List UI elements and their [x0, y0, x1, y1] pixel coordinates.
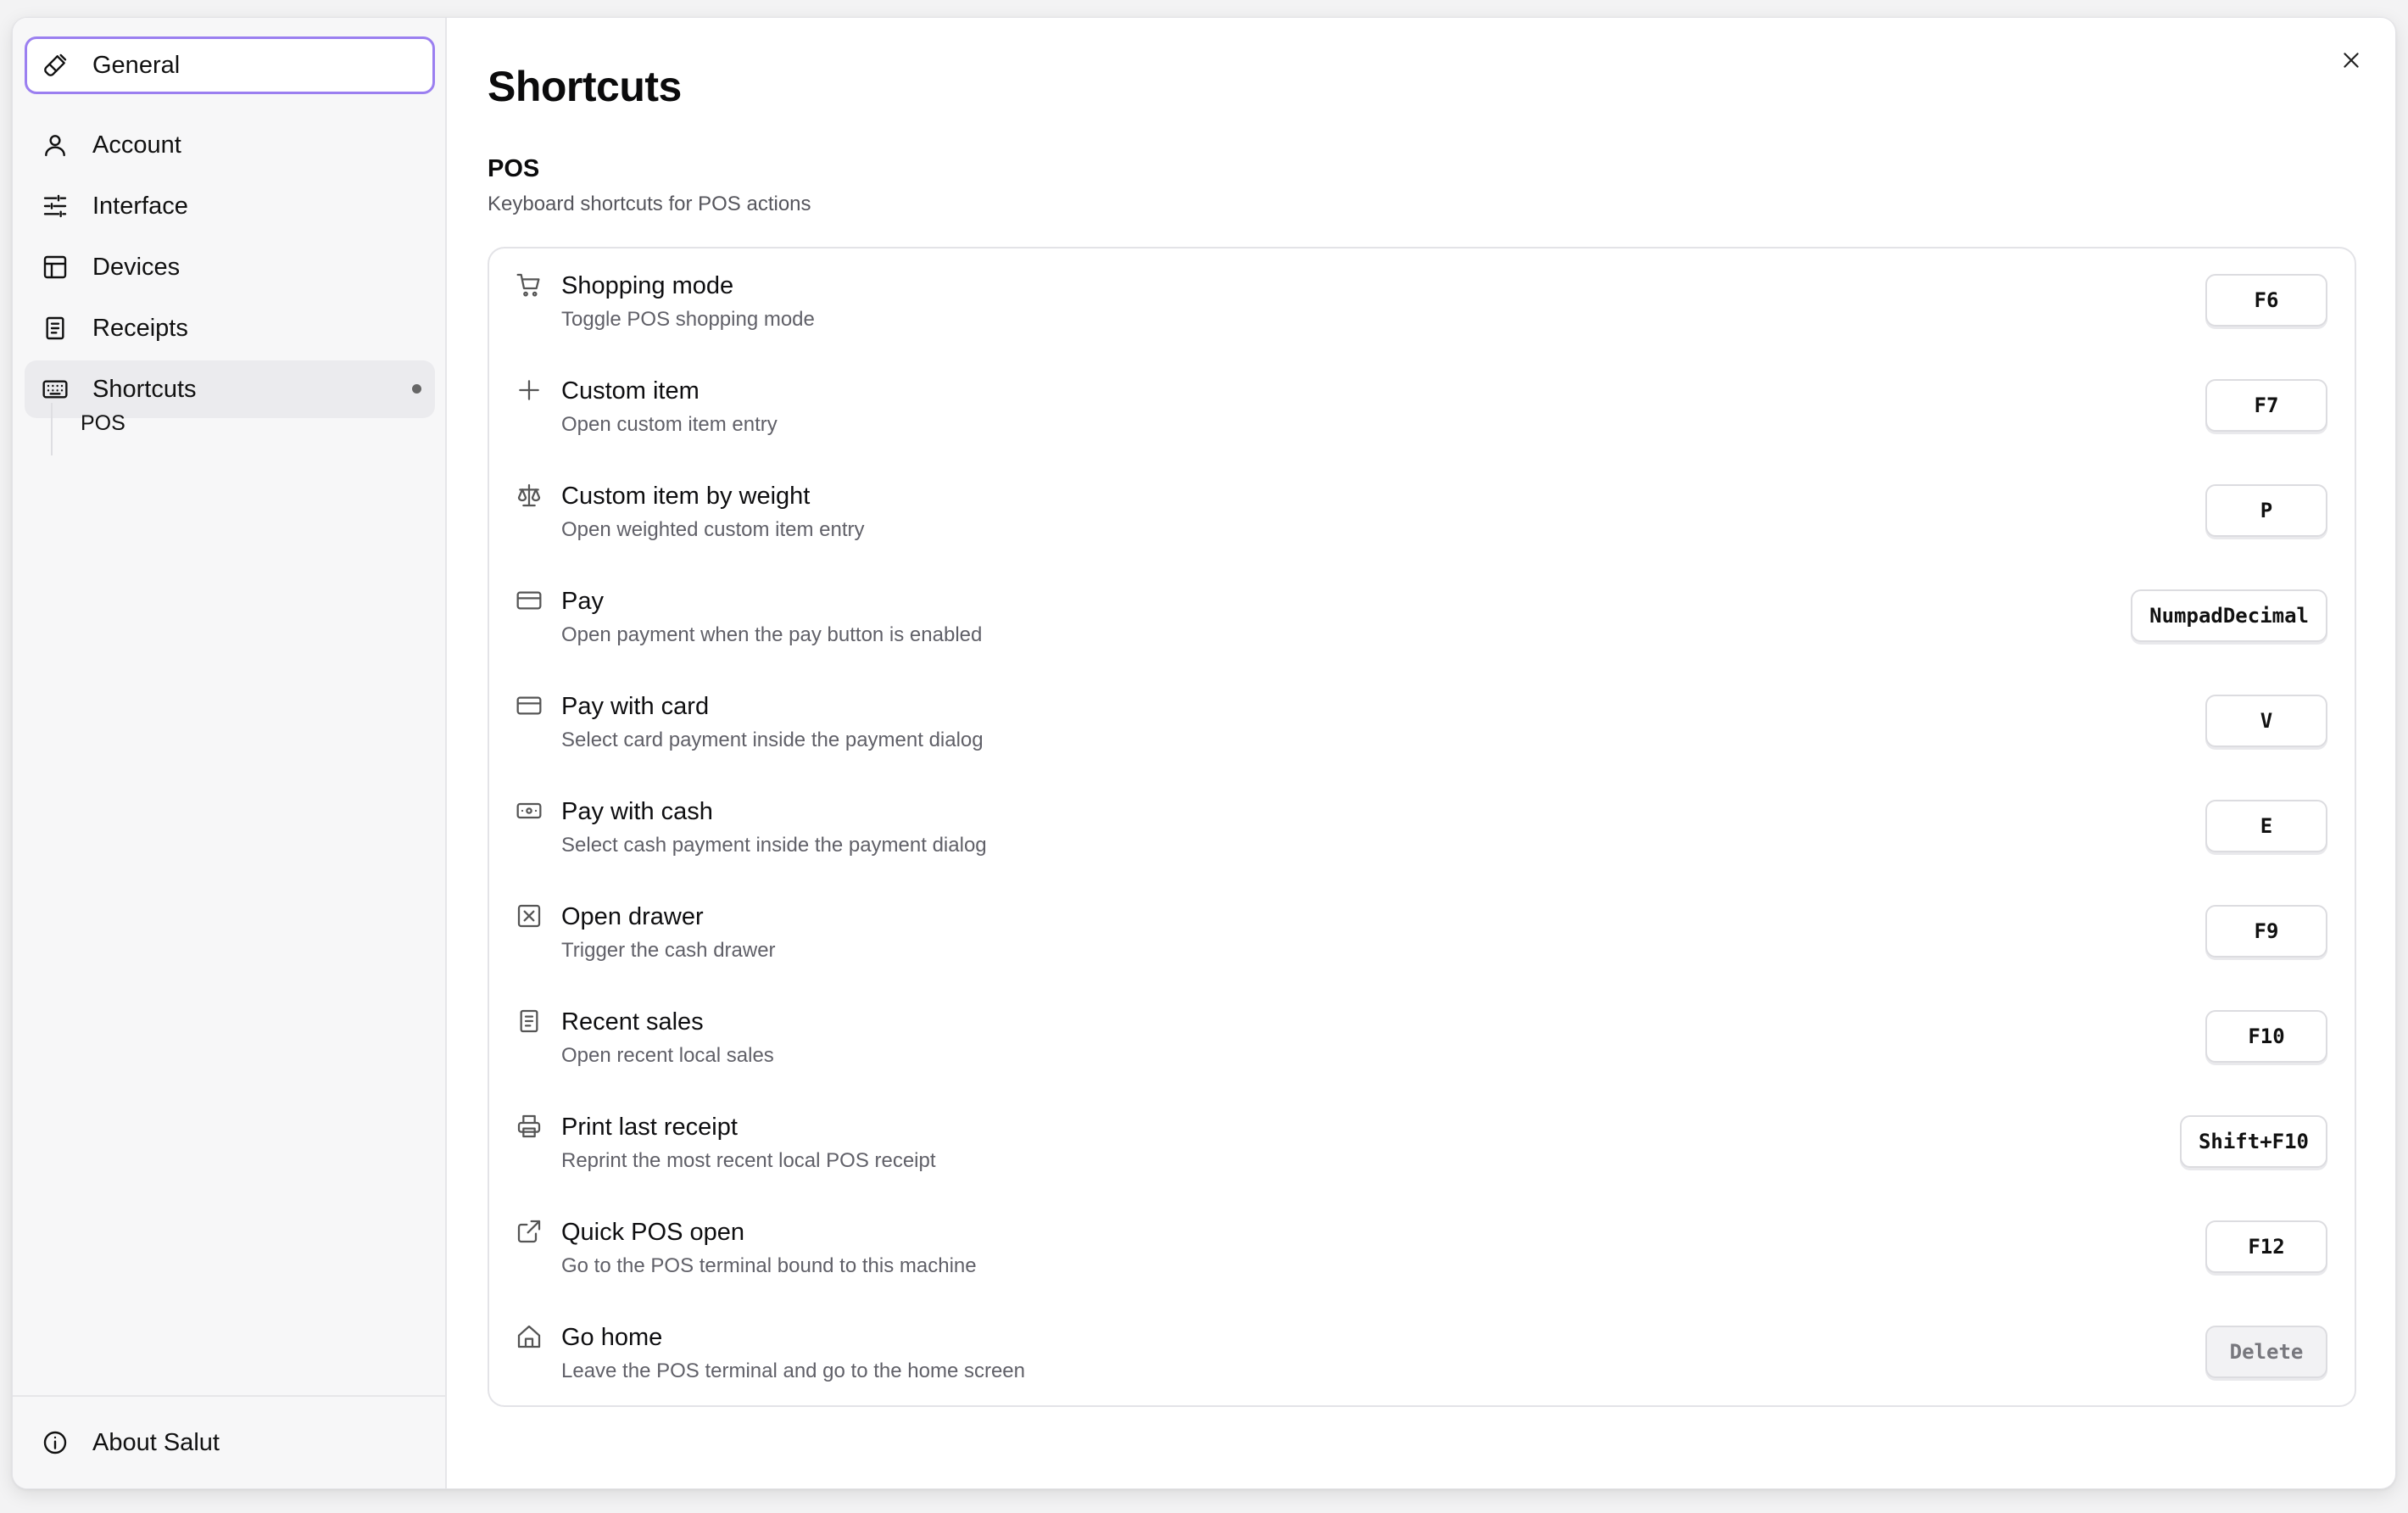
shortcut-key-button[interactable]: V — [2205, 695, 2327, 747]
printer-icon — [515, 1112, 543, 1141]
shortcut-key-button[interactable]: NumpadDecimal — [2131, 589, 2327, 642]
subnav-divider — [51, 403, 53, 455]
shortcut-row-print-last-receipt: Print last receipt Reprint the most rece… — [489, 1090, 2355, 1195]
close-icon — [2344, 53, 2359, 68]
shortcut-row-pay-with-cash: Pay with cash Select cash payment inside… — [489, 774, 2355, 879]
shortcut-title: Go home — [561, 1324, 663, 1351]
shortcut-description: Leave the POS terminal and go to the hom… — [561, 1359, 1025, 1382]
scale-icon — [515, 481, 543, 510]
shortcut-description: Go to the POS terminal bound to this mac… — [561, 1254, 977, 1277]
shortcut-title: Custom item — [561, 377, 700, 405]
sliders-icon — [41, 192, 70, 221]
shortcut-key-button[interactable]: Shift+F10 — [2179, 1115, 2327, 1168]
shortcut-key-button[interactable]: F7 — [2205, 379, 2327, 432]
shortcut-row-pay: Pay Open payment when the pay button is … — [489, 564, 2355, 669]
shortcut-description: Open payment when the pay button is enab… — [561, 623, 983, 646]
close-button[interactable] — [2334, 43, 2368, 77]
drawer-icon — [515, 902, 543, 930]
shortcut-key-button[interactable]: F12 — [2205, 1220, 2327, 1273]
shortcut-row-custom-item-by-weight: Custom item by weight Open weighted cust… — [489, 459, 2355, 564]
shortcut-row-open-drawer: Open drawer Trigger the cash drawer F9 — [489, 879, 2355, 985]
shortcut-title: Quick POS open — [561, 1219, 744, 1246]
receipt-icon — [41, 314, 70, 343]
shortcut-row-pay-with-card: Pay with card Select card payment inside… — [489, 669, 2355, 774]
shortcut-key-button[interactable]: F9 — [2205, 905, 2327, 957]
shortcut-title: Custom item by weight — [561, 483, 811, 510]
about-button[interactable]: About Salut — [25, 1414, 435, 1471]
sidebar: General Account Interface Devices Receip… — [13, 18, 447, 1488]
sidebar-item-receipts[interactable]: Receipts — [25, 299, 435, 357]
plus-icon — [515, 376, 543, 405]
sidebar-item-label: Receipts — [92, 314, 188, 342]
shortcut-row-recent-sales: Recent sales Open recent local sales F10 — [489, 985, 2355, 1090]
about-label: About Salut — [92, 1428, 220, 1456]
shortcut-description: Open recent local sales — [561, 1044, 774, 1067]
user-icon — [41, 131, 70, 159]
shortcut-title: Open drawer — [561, 903, 704, 930]
shortcut-row-quick-pos-open: Quick POS open Go to the POS terminal bo… — [489, 1195, 2355, 1300]
sidebar-item-label: Interface — [92, 192, 188, 220]
sidebar-item-label: Devices — [92, 253, 181, 281]
section-title: POS — [488, 155, 540, 182]
credit-card-icon — [515, 586, 543, 615]
shortcuts-card: Shopping mode Toggle POS shopping mode F… — [488, 247, 2356, 1407]
shortcut-description: Open custom item entry — [561, 413, 778, 436]
shortcut-title: Shopping mode — [561, 272, 734, 299]
shortcut-title: Pay with card — [561, 693, 710, 720]
home-icon — [515, 1322, 543, 1351]
shortcut-key-button[interactable]: E — [2205, 800, 2327, 852]
shortcut-row-go-home: Go home Leave the POS terminal and go to… — [489, 1300, 2355, 1405]
shortcut-description: Trigger the cash drawer — [561, 939, 776, 962]
sidebar-item-interface[interactable]: Interface — [25, 177, 435, 235]
shortcut-key-button[interactable]: F6 — [2205, 274, 2327, 327]
active-indicator-dot — [412, 384, 421, 394]
page-title: Shortcuts — [488, 63, 682, 110]
shortcut-title: Pay with cash — [561, 798, 713, 825]
sidebar-footer: About Salut — [13, 1395, 445, 1488]
settings-window: General Account Interface Devices Receip… — [12, 17, 2396, 1489]
shortcut-description: Select cash payment inside the payment d… — [561, 834, 987, 857]
shortcut-title: Recent sales — [561, 1008, 704, 1036]
cart-icon — [515, 271, 543, 299]
shortcut-key-button[interactable]: Delete — [2205, 1326, 2327, 1378]
shortcut-description: Reprint the most recent local POS receip… — [561, 1149, 936, 1172]
info-icon — [41, 1428, 70, 1457]
shortcut-row-custom-item: Custom item Open custom item entry F7 — [489, 354, 2355, 459]
layout-icon — [41, 253, 70, 282]
shortcut-description: Select card payment inside the payment d… — [561, 729, 984, 751]
sidebar-item-devices[interactable]: Devices — [25, 238, 435, 296]
credit-card-icon — [515, 691, 543, 720]
sidebar-item-account[interactable]: Account — [25, 116, 435, 174]
shortcut-row-shopping-mode: Shopping mode Toggle POS shopping mode F… — [489, 248, 2355, 354]
shortcut-key-button[interactable]: P — [2205, 484, 2327, 537]
sidebar-item-shortcuts[interactable]: Shortcuts — [25, 360, 435, 418]
receipt-icon — [515, 1007, 543, 1036]
external-link-icon — [515, 1217, 543, 1246]
shortcut-title: Pay — [561, 588, 604, 615]
shortcut-description: Toggle POS shopping mode — [561, 308, 815, 331]
sidebar-subitem-pos[interactable]: POS — [81, 411, 125, 436]
sidebar-item-label: General — [92, 51, 181, 79]
sidebar-item-label: Account — [92, 131, 181, 159]
banknote-icon — [515, 796, 543, 825]
shortcut-description: Open weighted custom item entry — [561, 518, 865, 541]
section-description: Keyboard shortcuts for POS actions — [488, 193, 811, 215]
brush-icon — [41, 51, 70, 80]
sidebar-item-label: Shortcuts — [92, 375, 197, 403]
shortcut-key-button[interactable]: F10 — [2205, 1010, 2327, 1063]
sidebar-item-general[interactable]: General — [25, 36, 435, 94]
keyboard-icon — [41, 375, 70, 404]
shortcut-title: Print last receipt — [561, 1114, 738, 1141]
